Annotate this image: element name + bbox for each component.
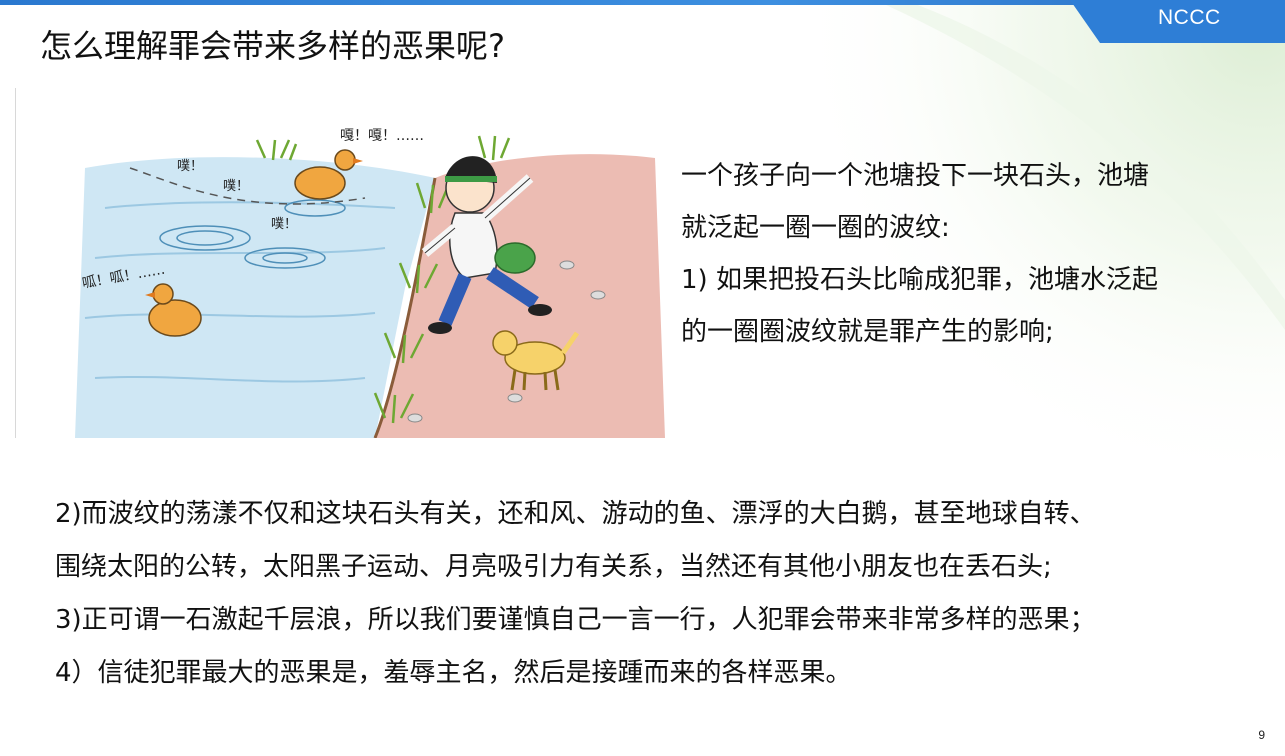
pond-water: [75, 157, 435, 438]
bottom-line-3: 3)正可谓一石激起千层浪，所以我们要谨慎自己一言一行，人犯罪会带来非常多样的恶果…: [55, 605, 1096, 635]
pond-scene-drawing: 嘎！嘎！…… 呱！呱！…… 噗！ 噗！ 噗！: [75, 128, 665, 439]
right-line-2: 就泛起一圈一圈的波纹:: [681, 213, 950, 243]
splash-label-2: 噗！: [223, 178, 249, 194]
right-line-1: 一个孩子向一个池塘投下一块石头，池塘: [681, 161, 1150, 191]
splash-label-1: 噗！: [177, 158, 203, 174]
page-number: 9: [1258, 728, 1265, 742]
brand-label: NCCC: [1158, 6, 1221, 29]
illustration-frame-line: [15, 88, 16, 438]
caption-duck-top: 嘎！嘎！……: [340, 128, 424, 144]
splash-label-3: 噗！: [271, 216, 297, 232]
right-paragraph: 一个孩子向一个池塘投下一块石头，池塘 就泛起一圈一圈的波纹: 1) 如果把投石头…: [681, 150, 1241, 358]
bottom-paragraph: 2)而波纹的荡漾不仅和这块石头有关，还和风、游动的鱼、漂浮的大白鹅，甚至地球自转…: [55, 488, 1255, 700]
bottom-line-4: 4）信徒犯罪最大的恶果是，羞辱主名，然后是接踵而来的各样恶果。: [55, 658, 852, 688]
page-title: 怎么理解罪会带来多样的恶果呢?: [40, 27, 505, 65]
right-line-4: 的一圈圈波纹就是罪产生的影响;: [681, 317, 1054, 347]
brand-tab: NCCC: [1070, 0, 1285, 43]
right-line-3: 1) 如果把投石头比喻成犯罪，池塘水泛起: [681, 265, 1158, 295]
bottom-line-2: 围绕太阳的公转，太阳黑子运动、月亮吸引力有关系，当然还有其他小朋友也在丢石头;: [55, 552, 1052, 582]
pond-illustration: 嘎！嘎！…… 呱！呱！…… 噗！ 噗！ 噗！: [15, 88, 705, 439]
bottom-line-1: 2)而波纹的荡漾不仅和这块石头有关，还和风、游动的鱼、漂浮的大白鹅，甚至地球自转…: [55, 499, 1096, 529]
